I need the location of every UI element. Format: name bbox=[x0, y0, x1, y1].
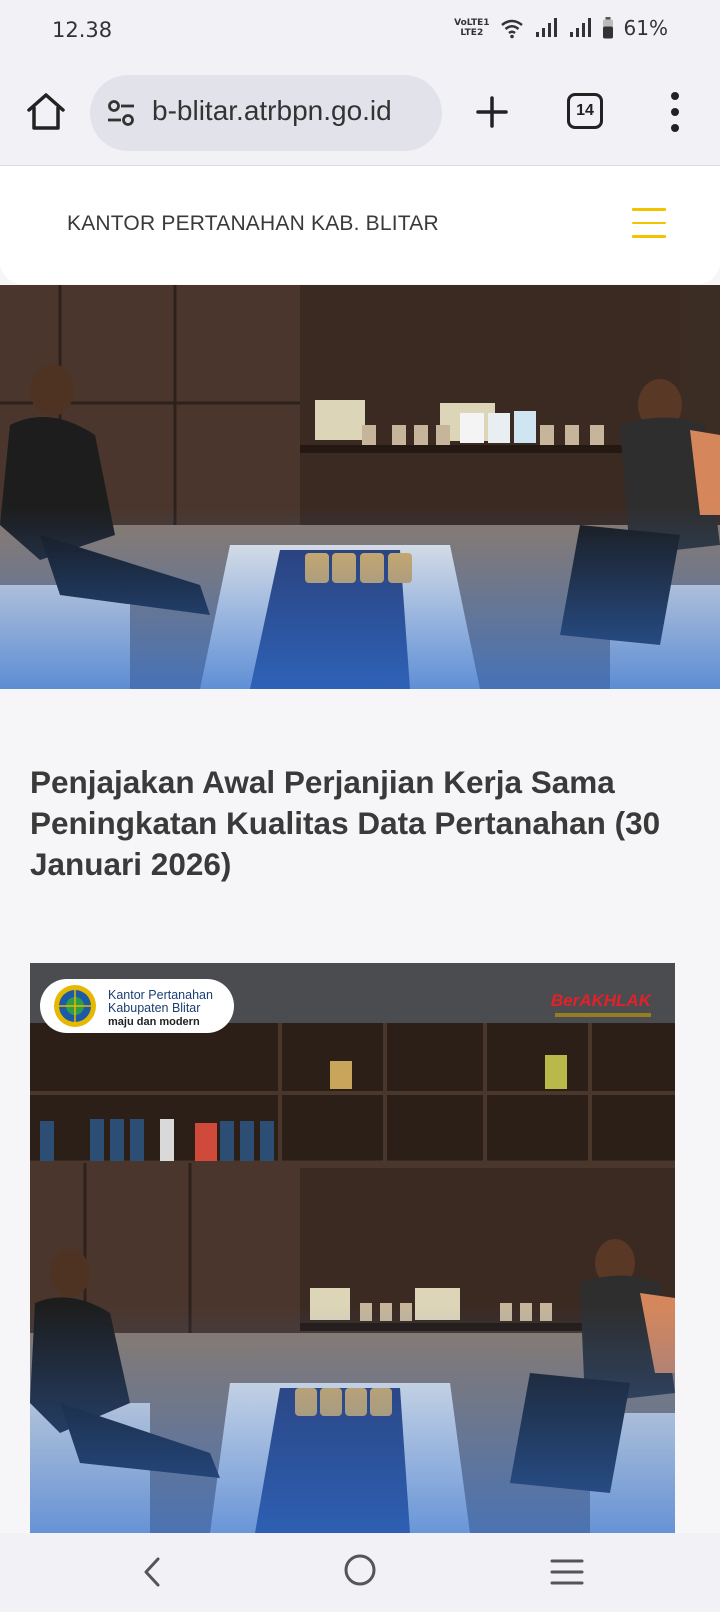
volte-indicator: VoLTE1 LTE2 bbox=[454, 18, 490, 38]
more-options-icon[interactable] bbox=[666, 89, 684, 135]
wifi-icon bbox=[500, 19, 523, 39]
new-tab-icon[interactable] bbox=[470, 90, 514, 134]
status-icons: VoLTE1 LTE2 61% bbox=[454, 16, 668, 40]
status-bar: 12.38 VoLTE1 LTE2 61% bbox=[0, 0, 720, 62]
signal-icon-sim1 bbox=[535, 18, 557, 37]
site-header: KANTOR PERTANAHAN KAB. BLITAR bbox=[0, 166, 720, 284]
battery-percent: 61% bbox=[623, 16, 668, 40]
tab-switcher-button[interactable]: 14 bbox=[567, 93, 603, 129]
agency-logo-badge: Kantor Pertanahan Kabupaten Blitar maju … bbox=[40, 979, 234, 1033]
hamburger-menu-icon[interactable] bbox=[632, 208, 666, 238]
hero-image bbox=[0, 285, 720, 689]
article-image[interactable]: Kantor Pertanahan Kabupaten Blitar maju … bbox=[30, 963, 675, 1533]
logo-text-line3: maju dan modern bbox=[108, 1016, 200, 1028]
address-bar[interactable]: b-blitar.atrbpn.go.id bbox=[90, 75, 442, 151]
site-settings-icon[interactable] bbox=[106, 99, 136, 127]
back-icon[interactable] bbox=[136, 1555, 170, 1589]
hero-photo bbox=[0, 285, 720, 689]
logo-text-line2: Kabupaten Blitar bbox=[108, 1001, 201, 1015]
article-title[interactable]: Penjajakan Awal Perjanjian Kerja Sama Pe… bbox=[30, 762, 690, 885]
berakhlak-badge: BerAKHLAK bbox=[550, 991, 651, 1010]
recent-apps-icon[interactable] bbox=[550, 1557, 584, 1587]
status-time: 12.38 bbox=[52, 18, 113, 42]
system-nav-bar bbox=[0, 1533, 720, 1612]
home-circle-icon[interactable] bbox=[343, 1553, 377, 1587]
site-title[interactable]: KANTOR PERTANAHAN KAB. BLITAR bbox=[67, 212, 439, 236]
browser-toolbar: b-blitar.atrbpn.go.id 14 bbox=[0, 62, 720, 166]
bpn-emblem-icon bbox=[54, 985, 96, 1027]
logo-text-line1: Kantor Pertanahan bbox=[108, 988, 213, 1002]
home-icon[interactable] bbox=[24, 90, 68, 134]
berakhlak-underline bbox=[555, 1013, 651, 1017]
signal-icon-sim2 bbox=[569, 18, 591, 37]
battery-icon bbox=[602, 17, 613, 39]
url-text[interactable]: b-blitar.atrbpn.go.id bbox=[152, 95, 434, 127]
article-photo bbox=[30, 963, 675, 1533]
